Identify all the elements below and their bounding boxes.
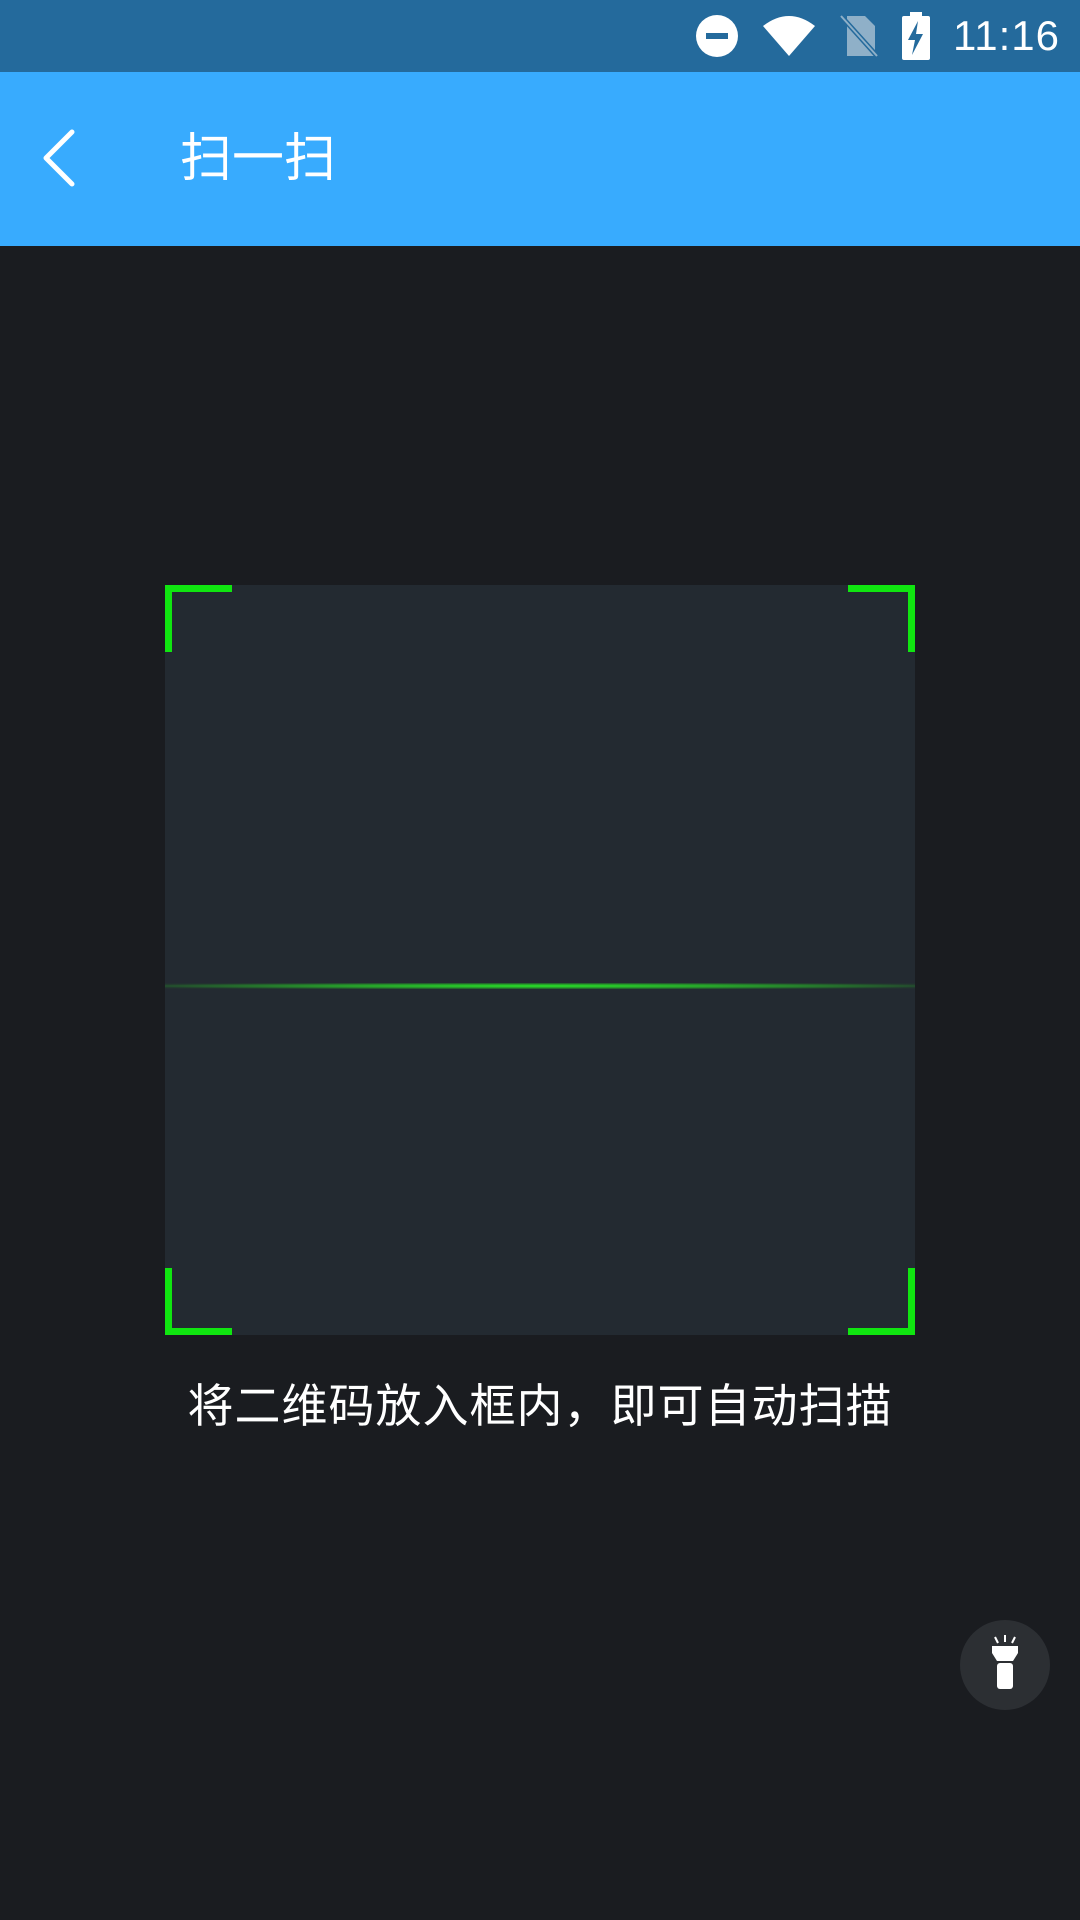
status-time: 11:16: [953, 12, 1060, 59]
flashlight-icon: [985, 1635, 1025, 1695]
chevron-left-icon: [40, 128, 80, 192]
no-sim-icon: [839, 14, 879, 58]
do-not-disturb-icon: [695, 14, 739, 58]
back-button[interactable]: [20, 112, 100, 208]
corner-top-right: [848, 585, 915, 652]
scan-hint: 将二维码放入框内，即可自动扫描: [187, 1379, 893, 1433]
scan-line: [165, 983, 915, 989]
flashlight-button[interactable]: [960, 1620, 1050, 1710]
scan-frame: [165, 585, 915, 1335]
status-bar: 11:16: [0, 0, 1080, 72]
page-title: 扫一扫: [180, 129, 337, 189]
corner-top-left: [165, 585, 232, 652]
wifi-icon: [761, 14, 817, 58]
scanner-screen: 11:16 扫一扫 将二维码放入框内，即可自动扫描: [0, 0, 1080, 1920]
corner-bottom-right: [848, 1268, 915, 1335]
status-icons: 11:16: [695, 0, 1060, 72]
battery-charging-icon: [901, 12, 931, 60]
app-bar: 扫一扫: [0, 72, 1080, 246]
corner-bottom-left: [165, 1268, 232, 1335]
